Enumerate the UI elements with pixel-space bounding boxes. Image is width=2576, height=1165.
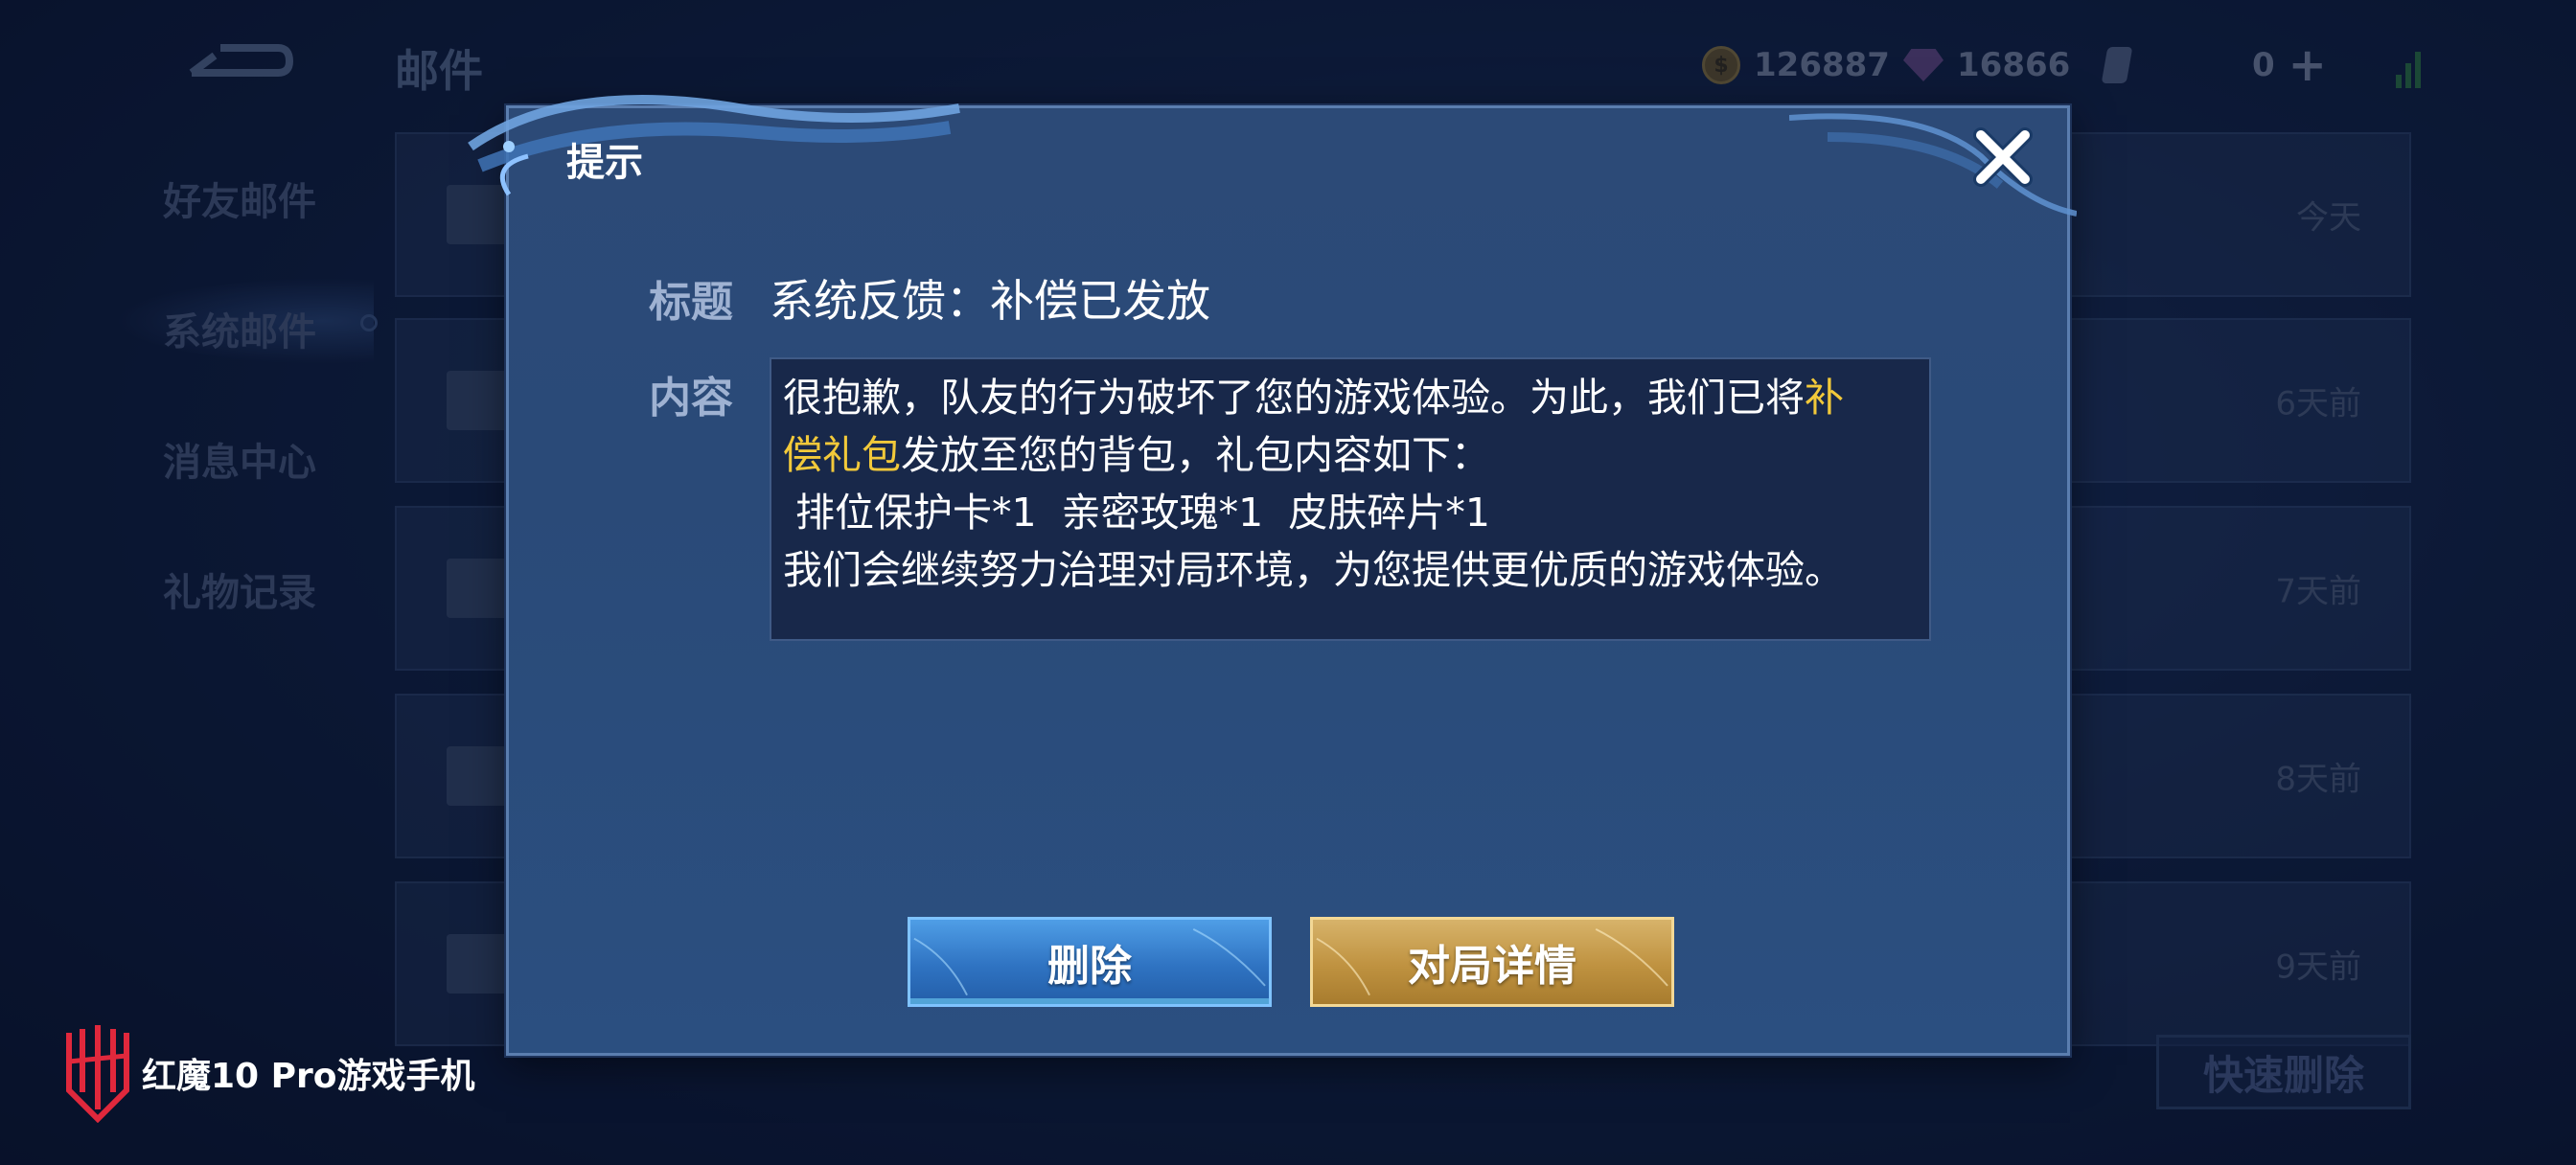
plus-icon[interactable]: + [2288,42,2327,88]
gem-counter: 16866 [1903,42,2070,88]
sidebar-item-message-center[interactable]: 消息中心 [163,431,316,487]
mail-time: 6天前 [2275,384,2361,423]
gold-counter: $ 126887 [1702,42,1890,88]
dialog-title: 提示 [566,141,643,185]
mail-time: 8天前 [2275,760,2361,799]
notice-dialog: 提示 标题 系统反馈：补偿已发放 内容 很抱歉，队友的行为破坏了您的游戏体验。为… [468,95,2077,1056]
signal-icon [2396,40,2425,88]
content-label: 内容 [649,374,733,423]
gem-amount: 16866 [1957,46,2071,84]
mail-time: 9天前 [2275,948,2361,987]
ticket-amount: 0 [2252,46,2275,84]
ticket-counter [2101,42,2133,88]
quick-delete-button[interactable]: 快速删除 [2156,1035,2411,1109]
match-detail-button-label: 对局详情 [1408,942,1576,991]
close-button[interactable] [1967,122,2038,193]
sidebar-item-gift-record[interactable]: 礼物记录 [163,561,316,617]
content-highlight: 偿礼包 [783,432,901,478]
back-icon[interactable] [182,34,297,88]
content-line: 我们会继续努力治理对局环境，为您提供更优质的游戏体验。 [783,547,1844,593]
ticket-icon [2101,47,2133,83]
delete-button-label: 删除 [1047,942,1132,991]
ticket-amount-group[interactable]: 0 + [2252,42,2327,88]
delete-button[interactable]: 删除 [908,917,1272,1007]
subject-value: 系统反馈：补偿已发放 [770,275,1210,327]
match-detail-button[interactable]: 对局详情 [1310,917,1674,1007]
close-icon [1973,127,2033,187]
mail-time: 7天前 [2275,572,2361,611]
gold-amount: 126887 [1754,46,1890,84]
content-text: 发放至您的背包，礼包内容如下： [901,432,1490,478]
content-line: 排位保护卡*1 亲密玫瑰*1 皮肤碎片*1 [783,490,1490,536]
sidebar-item-friend-mail[interactable]: 好友邮件 [163,171,316,226]
content-box: 很抱歉，队友的行为破坏了您的游戏体验。为此，我们已将补 偿礼包发放至您的背包，礼… [770,357,1931,641]
dialog-ornament [468,95,960,196]
content-text: 很抱歉，队友的行为破坏了您的游戏体验。为此，我们已将 [783,375,1805,421]
watermark-text: 红魔10 Pro游戏手机 [142,1057,475,1096]
gem-icon [1903,49,1944,81]
device-watermark: 红魔10 Pro游戏手机 [61,1023,475,1123]
sidebar-active-dot [360,314,378,331]
mail-time: 今天 [2296,198,2361,238]
gold-coin-icon: $ [1702,46,1740,84]
red-magic-logo [66,1025,129,1123]
content-highlight: 补 [1805,375,1844,421]
content-line: 很抱歉，队友的行为破坏了您的游戏体验。为此，我们已将补 [783,369,1918,426]
subject-label: 标题 [649,278,733,327]
sidebar-item-system-mail[interactable]: 系统邮件 [163,301,316,356]
content-line: 偿礼包发放至您的背包，礼包内容如下： [783,426,1918,484]
